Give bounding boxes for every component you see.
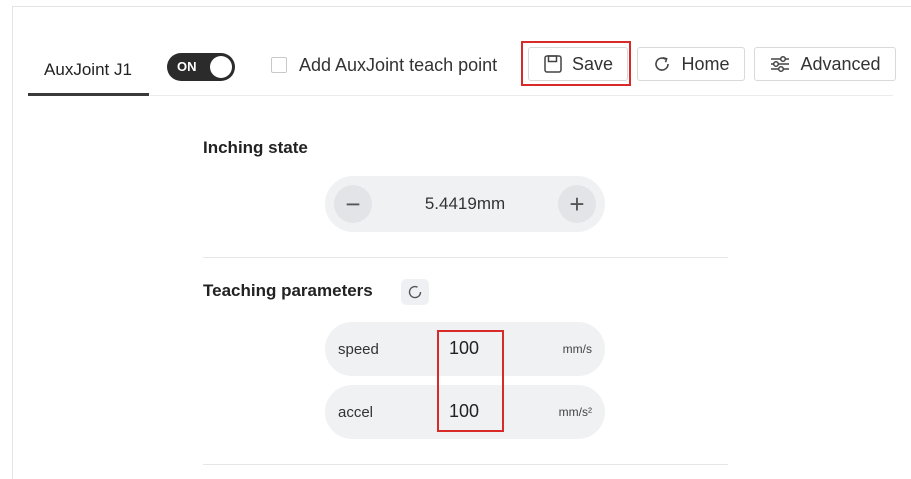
- app-frame: AuxJoint J1 ON Add AuxJoint teach point …: [0, 0, 911, 479]
- inching-stepper: − 5.4419mm +: [325, 176, 605, 232]
- sliders-icon: [771, 55, 790, 73]
- enable-toggle[interactable]: ON: [167, 53, 235, 81]
- home-label: Home: [681, 53, 730, 74]
- home-refresh-icon: [655, 57, 670, 71]
- section-divider: [203, 257, 728, 258]
- active-tab-indicator: [28, 93, 149, 96]
- inching-state-title: Inching state: [203, 138, 308, 157]
- toolbar-divider: [150, 95, 893, 96]
- teaching-parameters-title: Teaching parameters: [203, 281, 373, 300]
- teach-point-checkbox-group[interactable]: Add AuxJoint teach point: [271, 50, 497, 80]
- plus-icon: +: [569, 189, 585, 219]
- accel-unit: mm/s²: [558, 405, 592, 419]
- toggle-label: ON: [177, 59, 197, 74]
- advanced-label: Advanced: [800, 53, 881, 74]
- toggle-knob: [210, 56, 232, 78]
- tab-label: AuxJoint J1: [44, 60, 132, 79]
- teach-point-checkbox[interactable]: [271, 57, 287, 73]
- increment-button[interactable]: +: [558, 185, 596, 223]
- save-button-highlight: [521, 41, 631, 86]
- reset-parameters-button[interactable]: [401, 279, 429, 305]
- advanced-button[interactable]: Advanced: [754, 47, 896, 81]
- speed-unit: mm/s: [562, 342, 592, 356]
- section-divider-bottom: [203, 464, 728, 465]
- speed-label: speed: [338, 341, 379, 358]
- refresh-icon: [408, 285, 422, 299]
- teach-point-label: Add AuxJoint teach point: [299, 54, 498, 75]
- tab-auxjoint-j1[interactable]: AuxJoint J1: [28, 44, 148, 96]
- frame-top-edge: [12, 6, 911, 7]
- accel-label: accel: [338, 404, 374, 421]
- home-button[interactable]: Home: [637, 47, 745, 81]
- frame-left-edge: [12, 6, 13, 479]
- values-highlight: [437, 330, 504, 432]
